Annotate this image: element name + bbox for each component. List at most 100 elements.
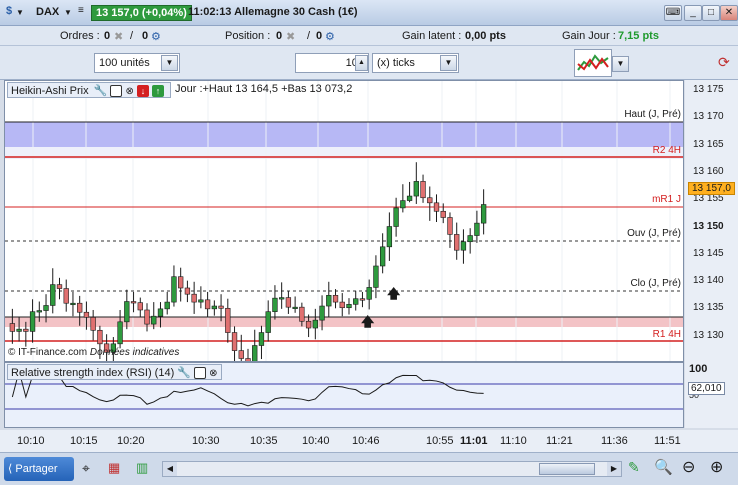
candle-body	[23, 328, 29, 332]
candle-body	[130, 301, 137, 304]
candle-body	[70, 302, 76, 306]
maximize-button[interactable]: □	[702, 5, 720, 21]
order-toolbar: 100 unités ▼ 100 ▲ (x) ticks ▼ ▼ ⟳	[0, 46, 738, 80]
scrollbar-thumb[interactable]	[539, 463, 595, 475]
price-badge: 13 157,0 (+0,04%)	[91, 5, 192, 21]
window-icon[interactable]	[110, 85, 123, 98]
candle-body	[420, 181, 426, 199]
refresh-icon[interactable]: ⟳	[718, 54, 730, 71]
candle-body	[332, 295, 339, 303]
candle-body	[36, 310, 42, 313]
down-arrow-icon[interactable]: ↓	[136, 85, 149, 98]
candle-body	[191, 293, 197, 303]
chevron-down-icon[interactable]: ▼	[16, 8, 24, 17]
horizontal-scrollbar[interactable]: ◀ ▶	[162, 461, 622, 477]
gear-icon[interactable]: ⚙	[325, 30, 335, 43]
crosshair-icon[interactable]: ⌖	[82, 460, 90, 477]
candle-body	[467, 235, 473, 243]
resistance-zone-band	[5, 122, 683, 147]
copyright-credit: © IT-Finance.com Données indicatives	[8, 347, 180, 358]
close-button[interactable]: ✕	[720, 5, 738, 21]
wrench-icon[interactable]: 🔧	[177, 367, 191, 379]
gear-icon[interactable]: ⚙	[151, 30, 161, 43]
candle-body	[144, 309, 150, 325]
wrench-icon[interactable]: 🔧	[94, 85, 108, 97]
share-icon: ⟨	[8, 463, 13, 475]
level-label-mr1: mR1 J	[652, 194, 681, 205]
stepper-icon[interactable]: ▲	[355, 55, 368, 71]
candle-body	[339, 301, 345, 309]
candle-body	[366, 287, 372, 300]
candle-body	[460, 241, 467, 251]
price-axis[interactable]: 13 175 13 170 13 165 13 160 13 155 13 150 13 1…	[685, 80, 738, 428]
window-icon[interactable]	[194, 367, 207, 380]
zoom-fit-icon[interactable]: 🔍	[654, 458, 673, 476]
candle-body	[272, 297, 278, 312]
candle-body	[238, 350, 244, 359]
close-icon[interactable]: ⊗	[126, 86, 134, 97]
level-label-clo: Clo (J, Pré)	[630, 278, 681, 289]
candles-icon[interactable]: ▥	[136, 460, 148, 476]
rsi-panel[interactable]: Relative strength index (RSI) (14) 🔧 ⊗	[4, 362, 684, 428]
orders-label: Ordres :	[60, 30, 100, 42]
gain-latent-label: Gain latent :	[402, 30, 462, 42]
candle-body	[252, 345, 258, 361]
zoom-in-icon[interactable]: ⊕	[710, 457, 723, 477]
scroll-right-icon[interactable]: ▶	[607, 462, 621, 476]
close-icon[interactable]: ⊗	[209, 368, 217, 379]
up-arrow-icon[interactable]: ↑	[152, 85, 165, 98]
price-chart[interactable]: Heikin-Ashi Prix 🔧 ⊗ ↓ ↑ Jour :+Haut 13 …	[4, 80, 684, 362]
price-chart-svg	[5, 81, 683, 361]
close-icon[interactable]: ✖	[114, 30, 123, 43]
candle-body	[178, 276, 184, 289]
time-axis[interactable]: 10:10 10:15 10:20 10:30 10:35 10:40 10:46 10:55…	[0, 430, 738, 452]
indicator-legend: Heikin-Ashi Prix 🔧 ⊗ ↓ ↑	[7, 82, 171, 98]
chevron-down-icon[interactable]: ▼	[64, 8, 72, 17]
zoom-out-icon[interactable]: ⊖	[682, 457, 695, 477]
candle-body	[124, 301, 130, 323]
candle-body	[16, 328, 22, 332]
candle-body	[406, 195, 413, 201]
candle-body	[393, 207, 399, 227]
rsi-name[interactable]: Relative strength index (RSI) (14)	[11, 367, 174, 379]
chevron-down-icon[interactable]: ▼	[612, 56, 629, 72]
scroll-left-icon[interactable]: ◀	[163, 462, 177, 476]
price-axis-tick: 13 165	[693, 138, 724, 150]
candle-body	[413, 181, 419, 197]
day-range-info: Jour :+Haut 13 164,5 +Bas 13 073,2	[175, 83, 353, 95]
candle-body	[63, 288, 69, 304]
current-price-tag: 13 157,0	[688, 182, 735, 195]
candle-body	[433, 202, 440, 212]
candle-body	[43, 305, 49, 311]
bottom-toolbar: ⟨ Partager ⌖ ▦ ▥ ◀ ▶ ✎ 🔍 ⊖ ⊕	[0, 452, 738, 485]
dollar-icon[interactable]: $	[6, 5, 12, 17]
price-axis-tick: 13 175	[693, 84, 724, 95]
chevron-down-icon[interactable]: ▼	[440, 55, 457, 71]
candle-body	[77, 302, 83, 313]
time-axis-tick: 10:20	[117, 435, 145, 447]
keyboard-button[interactable]: ⌨	[664, 5, 682, 21]
candle-body	[319, 305, 325, 321]
support-zone-band	[5, 317, 683, 327]
gain-jour-label: Gain Jour :	[562, 30, 616, 42]
level-label-r1: R1 4H	[652, 329, 681, 340]
time-axis-tick: 10:46	[352, 435, 380, 447]
buy-signal-arrow-icon: 🡅	[361, 314, 375, 329]
candle-body	[211, 305, 217, 310]
instrument-name[interactable]: DAX	[36, 6, 59, 18]
indicator-name[interactable]: Heikin-Ashi Prix	[11, 85, 89, 97]
chart-style-button[interactable]	[574, 49, 612, 77]
minimize-button[interactable]: _	[684, 5, 702, 21]
share-button[interactable]: ⟨ Partager	[4, 457, 74, 481]
time-axis-tick: 11:01	[460, 435, 488, 447]
close-icon[interactable]: ✖	[286, 30, 295, 43]
candle-body	[279, 297, 285, 300]
candle-body	[171, 276, 177, 303]
candle-body	[29, 311, 36, 332]
chevron-down-icon[interactable]: ▼	[161, 55, 178, 71]
indicator-icon[interactable]: ▦	[108, 460, 120, 476]
time-axis-tick: 11:21	[546, 435, 573, 447]
draw-icon[interactable]: ✎	[628, 459, 640, 476]
candle-body	[151, 315, 157, 325]
menu-icon[interactable]: ≡	[78, 5, 84, 16]
